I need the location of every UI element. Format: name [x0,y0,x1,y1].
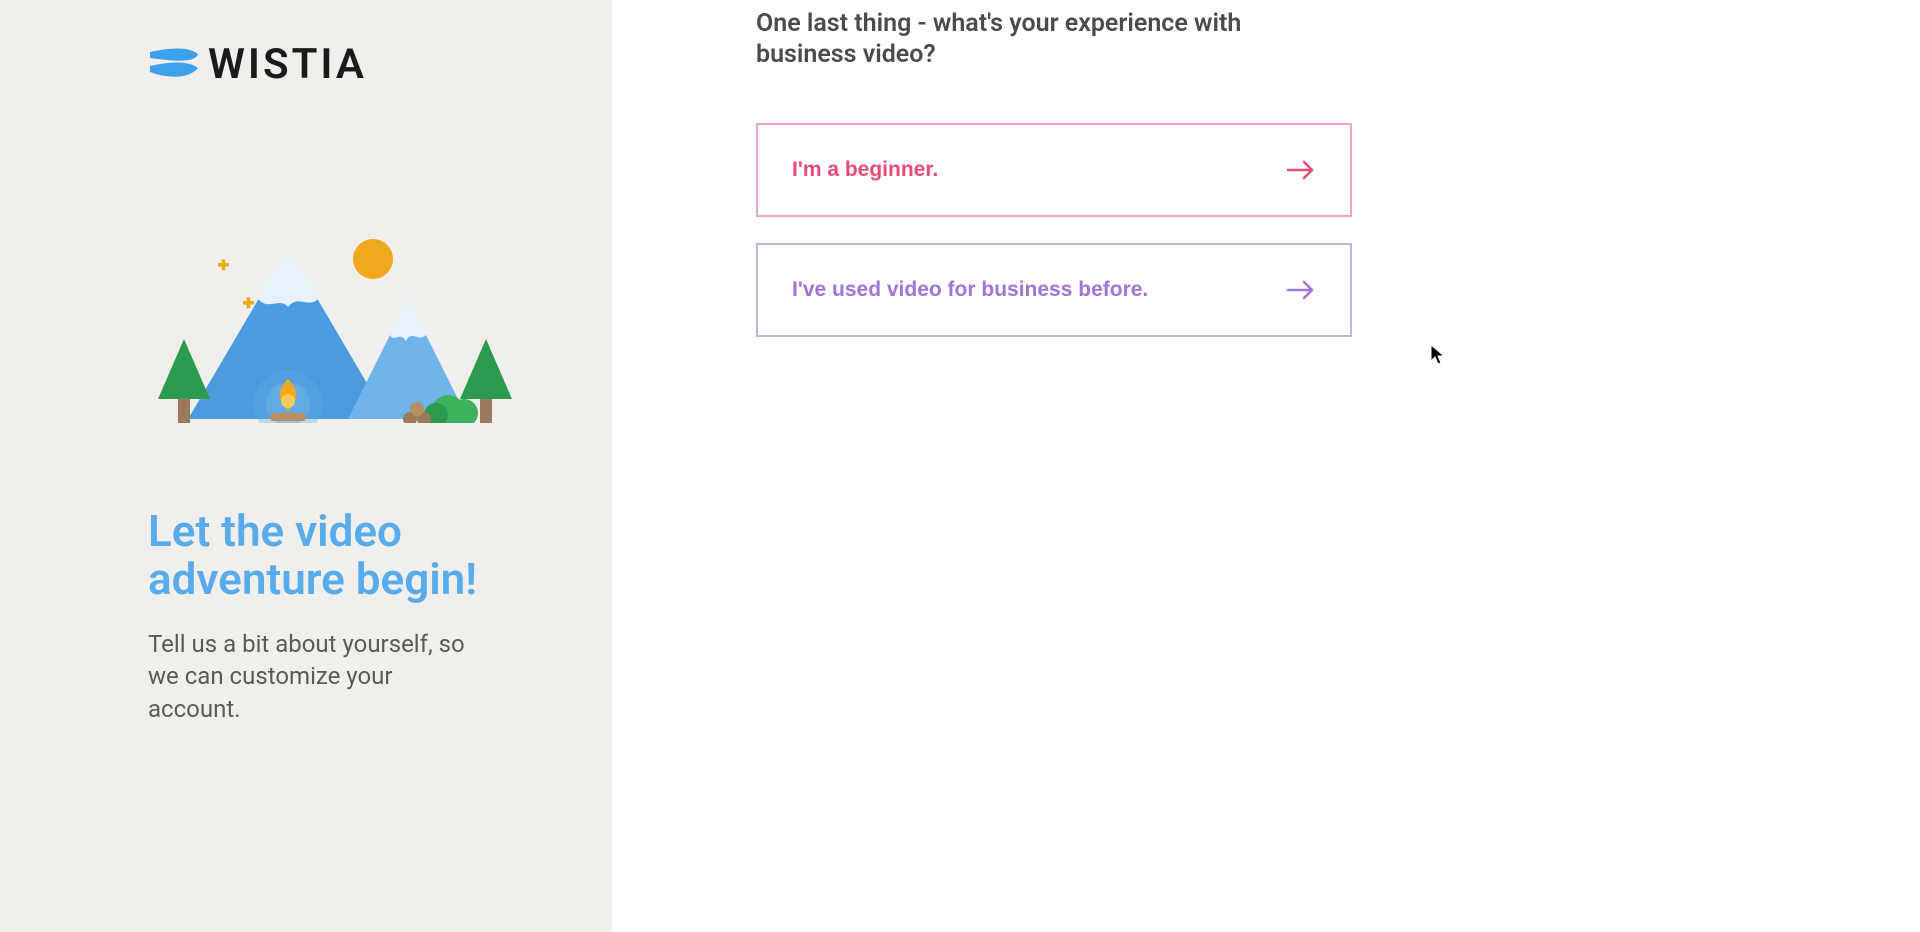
option-beginner[interactable]: I'm a beginner. [756,123,1352,217]
sidebar-headline: Let the video adventure begin! [148,507,528,604]
brand-name: WISTIA [208,40,367,89]
option-experienced[interactable]: I've used video for business before. [756,243,1352,337]
option-label: I've used video for business before. [792,278,1148,302]
option-label: I'm a beginner. [792,158,938,182]
onboarding-main: One last thing - what's your experience … [612,0,1920,932]
wistia-logo-icon [148,44,200,86]
brand-logo: WISTIA [148,40,367,89]
experience-question: One last thing - what's your experience … [756,8,1316,71]
adventure-illustration [148,229,518,429]
arrow-right-icon [1286,160,1316,180]
onboarding-sidebar: WISTIA [0,0,612,932]
arrow-right-icon [1286,280,1316,300]
sidebar-subline: Tell us a bit about yourself, so we can … [148,628,488,725]
experience-options: I'm a beginner. I've used video for busi… [756,123,1352,337]
